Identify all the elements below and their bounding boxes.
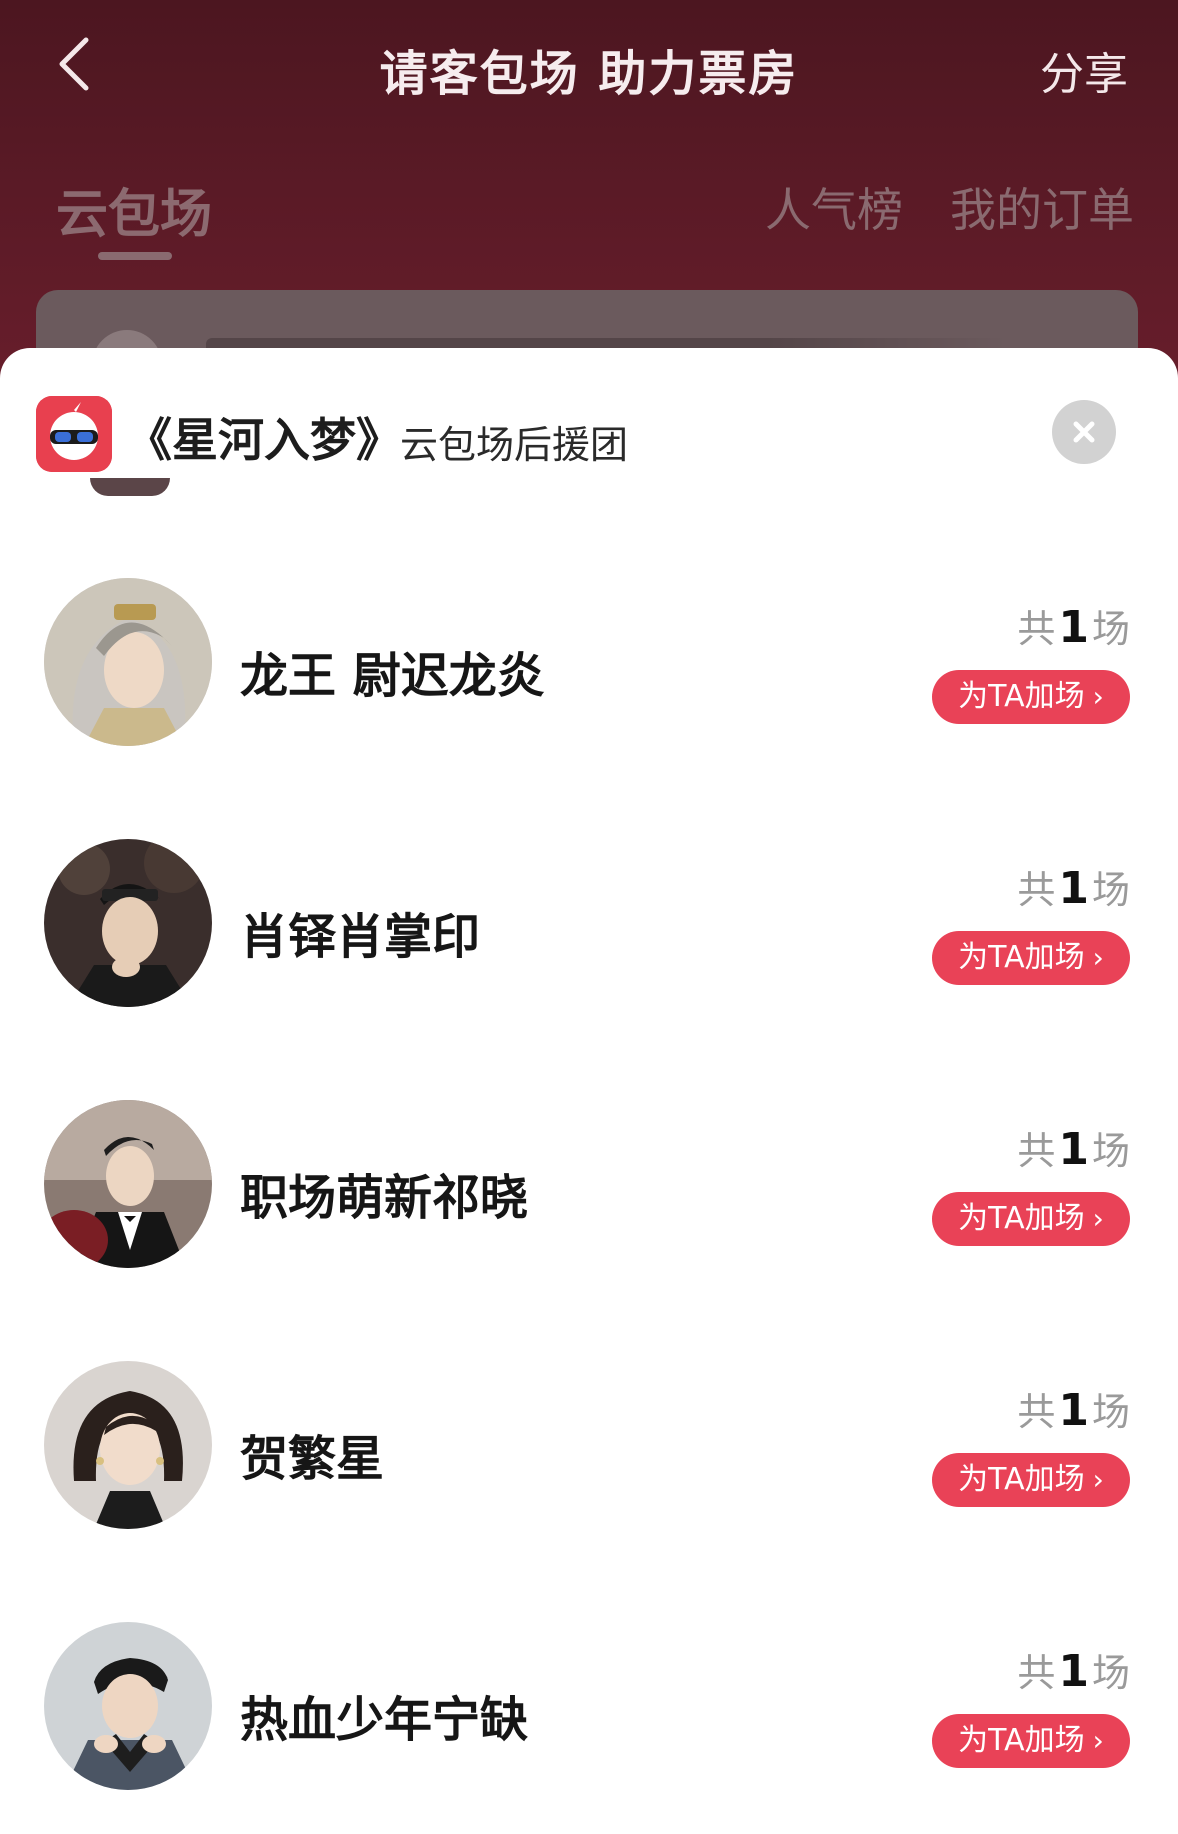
tab-my-orders[interactable]: 我的订单	[950, 174, 1134, 240]
tab-popularity-ranking[interactable]: 人气榜	[765, 174, 903, 240]
list-item: 职场萌新祁晓 共1场 为TA加场 ›	[0, 1100, 1178, 1280]
avatar[interactable]	[44, 1361, 212, 1529]
chevron-right-icon: ›	[1092, 1202, 1104, 1235]
add-session-label: 为TA加场	[958, 940, 1085, 975]
count-prefix: 共	[1017, 1651, 1056, 1695]
count-number: 1	[1058, 863, 1089, 914]
tab-cloud-booking[interactable]: 云包场	[56, 172, 212, 247]
previous-item-avatar-peek	[90, 478, 170, 496]
count-number: 1	[1058, 1385, 1089, 1436]
top-bar: 请客包场 助力票房 分享	[0, 0, 1178, 130]
avatar[interactable]	[44, 578, 212, 746]
add-session-label: 为TA加场	[958, 1201, 1085, 1236]
avatar[interactable]	[44, 839, 212, 1007]
share-button[interactable]: 分享	[1040, 38, 1128, 102]
count-prefix: 共	[1017, 607, 1056, 651]
session-count: 共1场	[1017, 1381, 1130, 1436]
chevron-right-icon: ›	[1092, 680, 1104, 713]
supporter-name: 热血少年宁缺	[240, 1692, 529, 1748]
list-item: 贺繁星 共1场 为TA加场 ›	[0, 1361, 1178, 1541]
session-count: 共1场	[1017, 859, 1130, 914]
count-prefix: 共	[1017, 1390, 1056, 1434]
close-icon	[1073, 421, 1095, 443]
app-logo-icon	[36, 396, 112, 472]
list-item: 龙王 尉迟龙炎 共1场 为TA加场 ›	[0, 578, 1178, 758]
count-prefix: 共	[1017, 1129, 1056, 1173]
count-number: 1	[1058, 602, 1089, 653]
supporter-name: 肖铎肖掌印	[240, 909, 481, 965]
session-count: 共1场	[1017, 1120, 1130, 1175]
page-title: 请客包场 助力票房	[379, 46, 799, 102]
count-suffix: 场	[1091, 1390, 1130, 1434]
count-number: 1	[1058, 1646, 1089, 1697]
add-session-label: 为TA加场	[958, 679, 1085, 714]
tab-active-indicator	[98, 252, 172, 260]
count-suffix: 场	[1091, 868, 1130, 912]
avatar[interactable]	[44, 1100, 212, 1268]
add-session-button[interactable]: 为TA加场 ›	[932, 1192, 1130, 1246]
support-group-sheet: 《星河入梦》 云包场后援团 龙王 尉迟龙炎 共1场 为TA加场 › 肖铎肖掌印 …	[0, 348, 1178, 1834]
chevron-right-icon: ›	[1092, 1724, 1104, 1757]
count-suffix: 场	[1091, 1129, 1130, 1173]
add-session-label: 为TA加场	[958, 1462, 1085, 1497]
add-session-button[interactable]: 为TA加场 ›	[932, 1714, 1130, 1768]
avatar[interactable]	[44, 1622, 212, 1790]
sheet-subtitle: 云包场后援团	[400, 423, 629, 467]
count-suffix: 场	[1091, 1651, 1130, 1695]
add-session-button[interactable]: 为TA加场 ›	[932, 670, 1130, 724]
add-session-label: 为TA加场	[958, 1723, 1085, 1758]
list-item: 热血少年宁缺 共1场 为TA加场 ›	[0, 1622, 1178, 1802]
count-suffix: 场	[1091, 607, 1130, 651]
supporter-name: 职场萌新祁晓	[240, 1170, 529, 1226]
add-session-button[interactable]: 为TA加场 ›	[932, 931, 1130, 985]
list-item: 肖铎肖掌印 共1场 为TA加场 ›	[0, 839, 1178, 1019]
close-button[interactable]	[1052, 400, 1116, 464]
sheet-title: 《星河入梦》	[126, 413, 402, 467]
count-number: 1	[1058, 1124, 1089, 1175]
count-prefix: 共	[1017, 868, 1056, 912]
add-session-button[interactable]: 为TA加场 ›	[932, 1453, 1130, 1507]
session-count: 共1场	[1017, 1642, 1130, 1697]
supporter-name: 龙王 尉迟龙炎	[240, 648, 545, 704]
chevron-right-icon: ›	[1092, 1463, 1104, 1496]
session-count: 共1场	[1017, 598, 1130, 653]
chevron-right-icon: ›	[1092, 941, 1104, 974]
supporter-name: 贺繁星	[240, 1431, 385, 1487]
sheet-header: 《星河入梦》 云包场后援团	[0, 348, 1178, 480]
